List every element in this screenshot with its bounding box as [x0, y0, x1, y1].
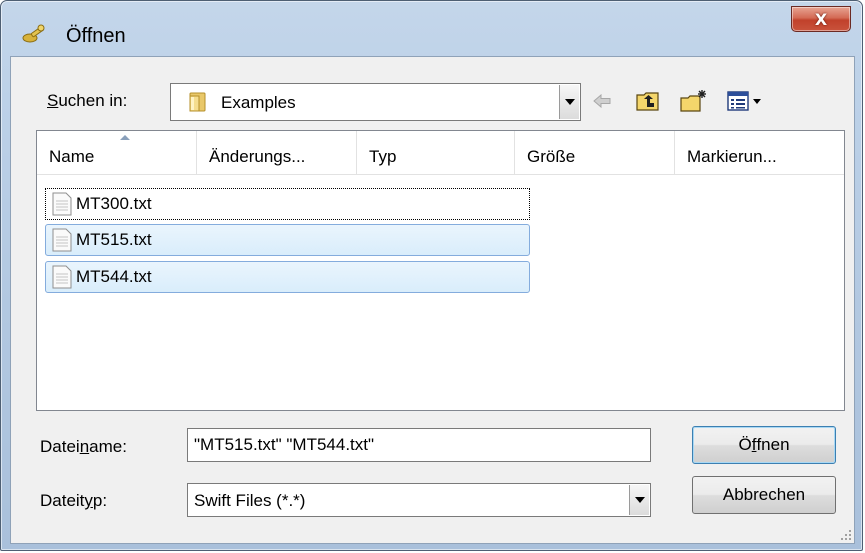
text-file-icon [52, 265, 72, 289]
view-menu-button[interactable] [725, 87, 767, 115]
lookin-label: Suchen in: [47, 91, 128, 110]
filetype-dropdown-button[interactable] [629, 485, 649, 515]
up-one-level-button[interactable] [633, 87, 663, 115]
filename-input[interactable] [187, 428, 651, 462]
column-divider [357, 131, 515, 175]
column-divider [37, 131, 197, 175]
lookin-dropdown-button[interactable] [559, 85, 579, 119]
up-one-level-icon [636, 92, 659, 111]
new-folder-button[interactable] [678, 87, 710, 115]
open-dialog-window: Öffnen X Suchen in: Examples Name Änderu… [0, 0, 863, 551]
column-divider [197, 131, 357, 175]
window-title: Öffnen [66, 25, 126, 47]
file-name: MT300.txt [76, 194, 152, 213]
resize-grip-icon[interactable] [840, 529, 852, 541]
chevron-down-icon [564, 99, 575, 105]
new-folder-icon [680, 90, 706, 112]
chevron-down-icon [634, 497, 645, 503]
lookin-value: Examples [221, 93, 296, 112]
view-menu-icon [727, 91, 761, 111]
lookin-combobox[interactable]: Examples [170, 83, 581, 121]
text-file-icon [52, 192, 72, 216]
file-row[interactable]: MT515.txt [45, 224, 530, 256]
list-header: Name Änderungs... Typ Größe Markierun... [37, 131, 844, 175]
filetype-combobox[interactable]: Swift Files (*.*) [187, 483, 651, 517]
filetype-value: Swift Files (*.*) [194, 491, 306, 510]
filename-label: Dateiname: [40, 437, 127, 456]
back-arrow-icon [593, 94, 611, 108]
close-button[interactable]: X [791, 6, 851, 32]
column-header-tags[interactable]: Markierun... [675, 131, 845, 175]
close-icon: X [814, 9, 828, 29]
file-row[interactable]: MT544.txt [45, 261, 530, 293]
open-button[interactable]: Öf fnen [692, 426, 836, 464]
title-bar[interactable]: Öffnen X [1, 1, 862, 47]
back-button[interactable] [588, 87, 616, 115]
file-name: MT544.txt [76, 267, 152, 286]
folder-icon [189, 92, 206, 112]
cancel-button[interactable]: Abbrechen [692, 476, 836, 514]
filetype-label: Dateityp: [40, 491, 108, 510]
open-folder-key-icon [22, 24, 45, 43]
file-name: MT515.txt [76, 230, 152, 249]
dialog-client-area: Suchen in: Examples Name Änderungs... Ty… [10, 56, 855, 544]
text-file-icon [52, 228, 72, 252]
file-list-view[interactable]: Name Änderungs... Typ Größe Markierun...… [36, 130, 845, 411]
column-divider [515, 131, 675, 175]
file-row[interactable]: MT300.txt [45, 188, 530, 220]
